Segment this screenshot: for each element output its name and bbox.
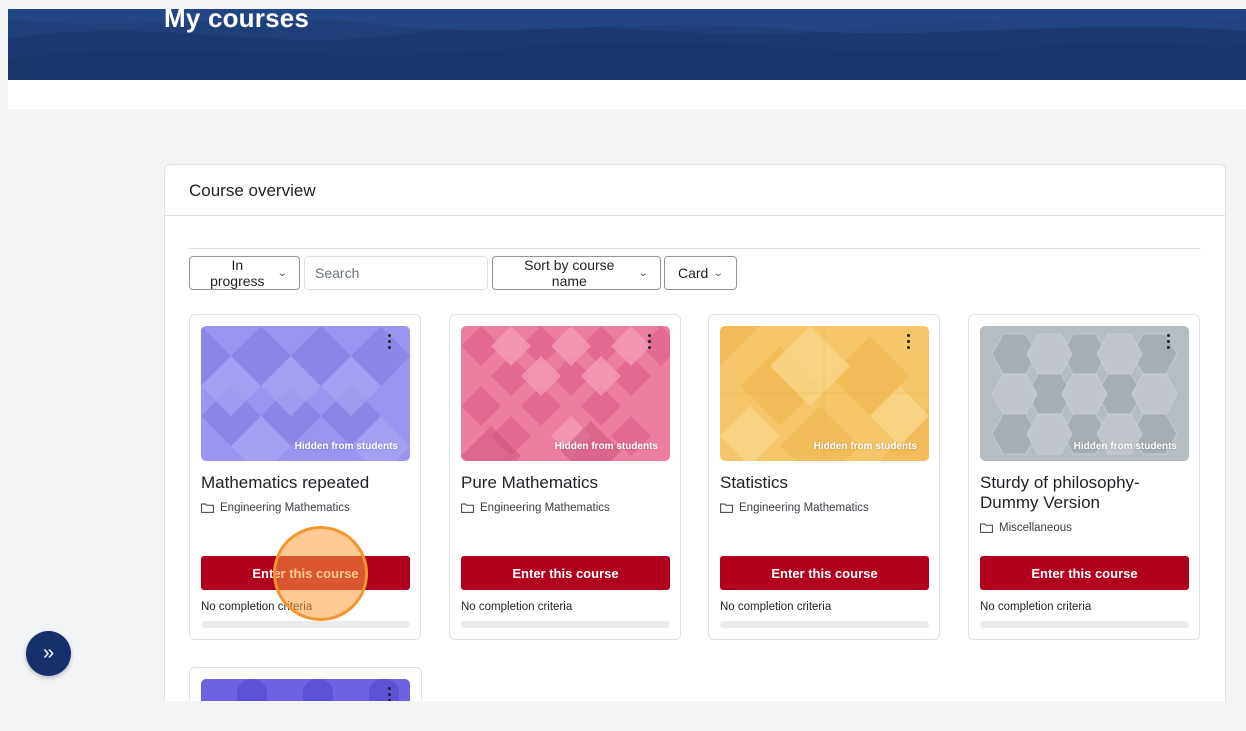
folder-icon	[201, 503, 214, 513]
course-card: Hidden from students Sturdy of philosoph…	[968, 314, 1200, 640]
grouping-label: In progress	[210, 257, 265, 289]
kebab-menu-icon[interactable]	[1163, 332, 1173, 350]
course-image[interactable]: Hidden from students	[201, 326, 410, 461]
folder-icon	[980, 523, 993, 533]
top-margin	[0, 0, 1246, 9]
course-category: Engineering Mathematics	[201, 502, 350, 514]
completion-status: No completion criteria	[720, 601, 832, 613]
search-input[interactable]	[304, 256, 488, 290]
secondary-navigation	[8, 80, 1246, 109]
enter-course-button[interactable]: Enter this course	[980, 556, 1189, 590]
sort-dropdown[interactable]: Sort by course name ⌄	[492, 256, 661, 290]
completion-status: No completion criteria	[201, 601, 313, 613]
hidden-badge: Hidden from students	[554, 441, 658, 452]
kebab-menu-icon[interactable]	[903, 332, 913, 350]
grouping-dropdown[interactable]: In progress ⌄	[189, 256, 300, 290]
kebab-menu-icon[interactable]	[644, 332, 654, 350]
course-image[interactable]: Hidden from students	[980, 326, 1189, 461]
completion-status: No completion criteria	[980, 601, 1092, 613]
chevron-down-icon: ⌄	[276, 267, 288, 279]
course-card: Hidden from students Mathematics repeate…	[189, 314, 421, 640]
folder-icon	[720, 503, 733, 513]
sort-label: Sort by course name	[524, 257, 615, 289]
category-label: Engineering Mathematics	[739, 502, 869, 514]
course-image[interactable]: Hidden from students	[461, 326, 670, 461]
page-title: My courses	[164, 9, 310, 33]
course-card: Hidden from students Pure Mathematics En…	[449, 314, 681, 640]
enter-course-button[interactable]: Enter this course	[201, 556, 410, 590]
drawer-toggle-button[interactable]: »	[26, 631, 71, 676]
divider	[189, 248, 1201, 249]
category-label: Engineering Mathematics	[480, 502, 610, 514]
hidden-badge: Hidden from students	[813, 441, 917, 452]
kebab-menu-icon[interactable]	[384, 332, 394, 350]
page-header-banner: My courses	[8, 9, 1246, 80]
block-title: Course overview	[189, 181, 316, 200]
progress-bar	[201, 621, 410, 628]
view-dropdown[interactable]: Card ⌄	[664, 256, 737, 290]
course-category: Engineering Mathematics	[720, 502, 869, 514]
progress-bar	[980, 621, 1189, 628]
completion-status: No completion criteria	[461, 601, 573, 613]
chevron-down-icon: ⌄	[637, 267, 649, 279]
category-label: Miscellaneous	[999, 522, 1072, 534]
chevron-down-icon: ⌄	[713, 267, 725, 279]
course-name-link[interactable]: Pure Mathematics	[461, 473, 673, 493]
course-name-link[interactable]: Statistics	[720, 473, 932, 493]
course-image[interactable]: Hidden from students	[720, 326, 929, 461]
bottom-margin	[8, 701, 1246, 731]
folder-icon	[461, 503, 474, 513]
enter-course-button[interactable]: Enter this course	[461, 556, 670, 590]
double-chevron-right-icon: »	[42, 642, 55, 664]
view-label: Card	[678, 265, 709, 281]
enter-course-button[interactable]: Enter this course	[720, 556, 929, 590]
course-name-link[interactable]: Mathematics repeated	[201, 473, 413, 493]
progress-bar	[461, 621, 670, 628]
hidden-badge: Hidden from students	[294, 441, 398, 452]
course-category: Miscellaneous	[980, 522, 1072, 534]
divider	[165, 215, 1225, 216]
hidden-badge: Hidden from students	[1073, 441, 1177, 452]
progress-bar	[720, 621, 929, 628]
course-card: Hidden from students Statistics Engineer…	[708, 314, 940, 640]
category-label: Engineering Mathematics	[220, 502, 350, 514]
course-name-link[interactable]: Sturdy of philosophy-Dummy Version	[980, 473, 1192, 513]
course-category: Engineering Mathematics	[461, 502, 610, 514]
